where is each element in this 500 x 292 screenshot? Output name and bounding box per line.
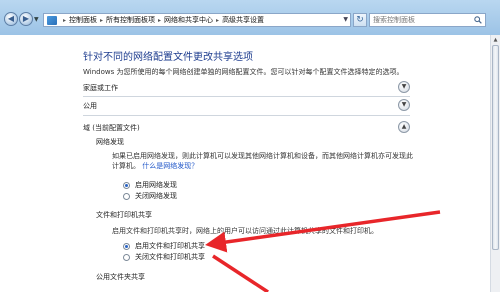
- option-label: 关闭网络发现: [135, 192, 177, 200]
- network-discovery-description-cont: 计算机。 什么是网络发现？: [112, 161, 198, 171]
- enable-file-printer-sharing-option[interactable]: 启用文件和打印机共享: [123, 241, 205, 251]
- chevron-right-icon[interactable]: ▸: [63, 17, 66, 24]
- page-title: 针对不同的网络配置文件更改共享选项: [83, 52, 253, 63]
- radio-button[interactable]: [123, 192, 130, 200]
- enable-network-discovery-option[interactable]: 启用网络发现: [123, 180, 177, 190]
- navigation-bar: ◀ ▶ ▼ ▸ 控制面板 ▸ 所有控制面板项 ▸ 网络和共享中心 ▸ 高级共享设…: [0, 0, 500, 35]
- section-label: 家庭或工作: [83, 84, 118, 92]
- option-label: 启用文件和打印机共享: [135, 242, 205, 250]
- section-public[interactable]: 公用 ▼: [83, 99, 410, 113]
- description-text: 计算机。: [112, 162, 140, 170]
- breadcrumb-control-panel[interactable]: 控制面板: [69, 15, 97, 25]
- search-input[interactable]: [370, 14, 468, 26]
- content-pane: 针对不同的网络配置文件更改共享选项 Windows 为您所使用的每个网络创建单独…: [0, 35, 490, 292]
- breadcrumb-network-center[interactable]: 网络和共享中心: [164, 15, 213, 25]
- address-bar[interactable]: ▸ 控制面板 ▸ 所有控制面板项 ▸ 网络和共享中心 ▸ 高级共享设置 ▼: [43, 13, 351, 27]
- section-label: 域 (当前配置文件): [83, 124, 140, 132]
- section-domain[interactable]: 域 (当前配置文件) ▲: [83, 121, 410, 135]
- network-discovery-title: 网络发现: [96, 138, 124, 146]
- network-discovery-description: 如果已启用网络发现，则此计算机可以发现其他网络计算机和设备，而其他网络计算机亦可…: [112, 152, 413, 160]
- control-panel-icon: [47, 15, 57, 25]
- public-folder-sharing-title: 公用文件夹共享: [96, 273, 145, 281]
- chevron-right-icon[interactable]: ▸: [100, 17, 103, 24]
- section-label: 公用: [83, 102, 97, 110]
- disable-network-discovery-option[interactable]: 关闭网络发现: [123, 191, 177, 201]
- chevron-right-icon[interactable]: ▸: [158, 17, 161, 24]
- back-arrow-icon: ◀: [7, 14, 15, 23]
- option-label: 关闭文件和打印机共享: [135, 253, 205, 261]
- option-label: 启用网络发现: [135, 181, 177, 189]
- recent-pages-dropdown[interactable]: ▼: [34, 16, 39, 23]
- chevron-down-icon[interactable]: ▼: [398, 99, 410, 111]
- vertical-scrollbar[interactable]: ▲: [490, 35, 500, 292]
- chevron-up-icon[interactable]: ▲: [398, 121, 410, 133]
- page-description: Windows 为您所使用的每个网络创建单独的网络配置文件。您可以针对每个配置文…: [83, 68, 404, 76]
- refresh-button[interactable]: ↻: [353, 13, 367, 27]
- divider: [83, 115, 410, 116]
- scroll-thumb[interactable]: [492, 45, 499, 250]
- radio-button-selected[interactable]: [123, 242, 130, 250]
- file-printer-sharing-title: 文件和打印机共享: [96, 211, 152, 219]
- divider: [83, 96, 410, 97]
- file-printer-sharing-description: 启用文件和打印机共享时，网络上的用户可以访问通过此计算机共享的文件和打印机。: [112, 227, 378, 235]
- back-button[interactable]: ◀: [4, 12, 18, 26]
- chevron-down-icon[interactable]: ▼: [398, 81, 410, 93]
- chevron-right-icon[interactable]: ▸: [216, 17, 219, 24]
- search-icon[interactable]: [474, 16, 482, 24]
- chevron-down-icon[interactable]: ▼: [343, 16, 348, 23]
- disable-file-printer-sharing-option[interactable]: 关闭文件和打印机共享: [123, 252, 205, 262]
- breadcrumb-advanced-sharing[interactable]: 高级共享设置: [222, 15, 264, 25]
- radio-button-selected[interactable]: [123, 181, 130, 189]
- radio-button[interactable]: [123, 253, 130, 261]
- what-is-network-discovery-link[interactable]: 什么是网络发现？: [142, 162, 198, 170]
- forward-button[interactable]: ▶: [19, 12, 33, 26]
- section-home-work[interactable]: 家庭或工作 ▼: [83, 81, 410, 95]
- breadcrumb-all-items[interactable]: 所有控制面板项: [106, 15, 155, 25]
- refresh-icon: ↻: [356, 15, 364, 25]
- scroll-up-icon[interactable]: ▲: [491, 35, 500, 45]
- forward-arrow-icon: ▶: [22, 14, 30, 23]
- search-box[interactable]: [369, 13, 486, 27]
